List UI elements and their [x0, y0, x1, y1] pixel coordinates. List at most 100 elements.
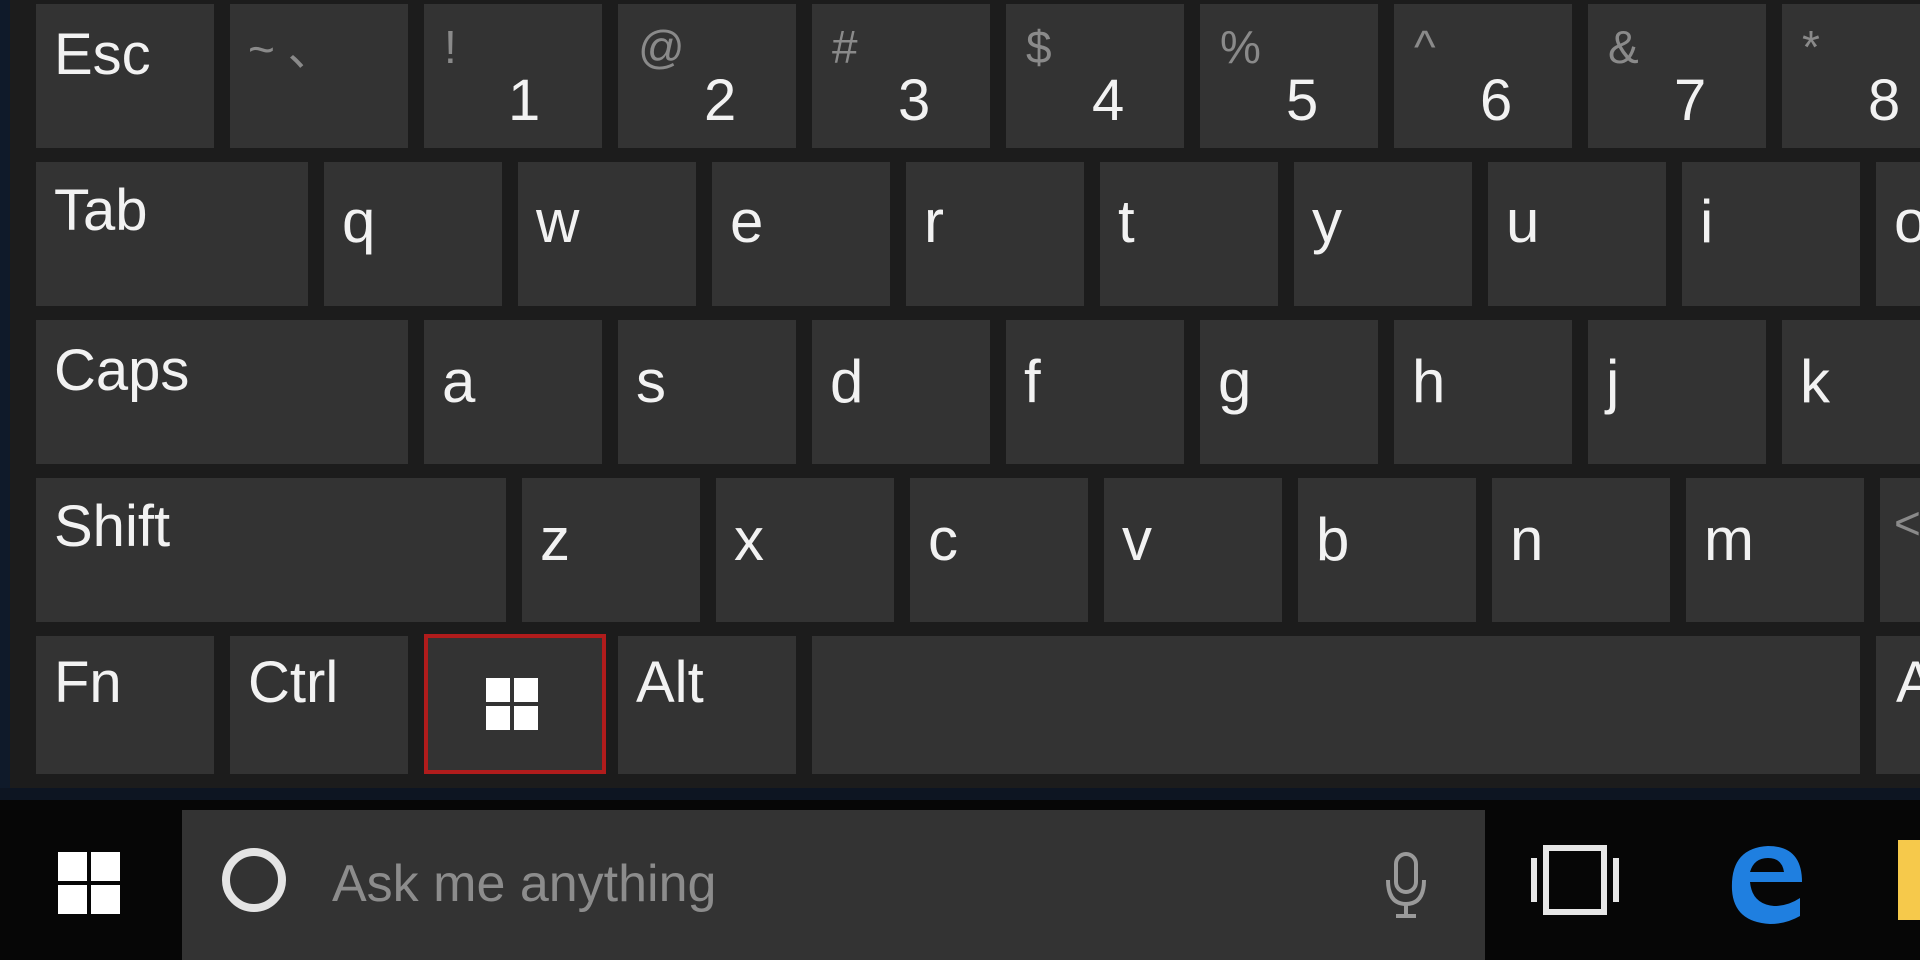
microphone-icon[interactable] — [1382, 850, 1430, 922]
key-4[interactable]: $ 4 — [1006, 4, 1184, 148]
key-7-shift: & — [1608, 21, 1639, 73]
key-5-main: 5 — [1286, 68, 1319, 133]
key-1-shift: ! — [444, 21, 457, 73]
key-x[interactable]: x — [716, 478, 894, 622]
key-tilde[interactable]: ~ 、 — [230, 4, 408, 148]
edge-browser-icon[interactable] — [1716, 834, 1810, 928]
key-d-label: d — [830, 348, 864, 415]
key-b[interactable]: b — [1298, 478, 1476, 622]
key-shift-label: Shift — [54, 494, 171, 559]
key-g-label: g — [1218, 348, 1252, 415]
key-j[interactable]: j — [1588, 320, 1766, 464]
key-5[interactable]: % 5 — [1200, 4, 1378, 148]
key-u[interactable]: u — [1488, 162, 1666, 306]
key-z[interactable]: z — [522, 478, 700, 622]
screen: Esc ~ 、 ! 1 @ 2 # 3 $ 4 % 5 ^ 6 & 7 * 8 … — [0, 0, 1920, 960]
key-tab[interactable]: Tab — [36, 162, 308, 306]
key-esc-label: Esc — [54, 22, 151, 87]
key-m-label: m — [1704, 506, 1754, 573]
key-g[interactable]: g — [1200, 320, 1378, 464]
key-k[interactable]: k — [1782, 320, 1920, 464]
key-caps[interactable]: Caps — [36, 320, 408, 464]
key-f[interactable]: f — [1006, 320, 1184, 464]
key-c-label: c — [928, 506, 958, 573]
key-m[interactable]: m — [1686, 478, 1864, 622]
key-1-main: 1 — [508, 68, 541, 133]
key-6-shift: ^ — [1414, 21, 1436, 73]
key-r-label: r — [924, 188, 944, 255]
key-4-main: 4 — [1092, 68, 1125, 133]
key-tab-label: Tab — [54, 178, 148, 243]
keyboard-bottom-edge — [0, 788, 1920, 800]
search-placeholder: Ask me anything — [332, 855, 717, 913]
key-i[interactable]: i — [1682, 162, 1860, 306]
key-2-shift: @ — [638, 21, 685, 73]
key-6[interactable]: ^ 6 — [1394, 4, 1572, 148]
key-a[interactable]: a — [424, 320, 602, 464]
key-v-label: v — [1122, 506, 1152, 573]
key-t[interactable]: t — [1100, 162, 1278, 306]
key-j-label: j — [1606, 348, 1620, 415]
key-q-label: q — [342, 188, 376, 255]
key-5-shift: % — [1220, 21, 1261, 73]
key-o-label: o — [1894, 188, 1920, 255]
key-3-main: 3 — [898, 68, 931, 133]
key-alt-right[interactable]: A — [1876, 636, 1920, 774]
key-8-main: 8 — [1868, 68, 1901, 133]
key-c[interactable]: c — [910, 478, 1088, 622]
search-box[interactable]: Ask me anything — [182, 810, 1485, 960]
key-comma-shift: < — [1894, 497, 1920, 549]
key-t-label: t — [1118, 188, 1135, 255]
key-ctrl-label: Ctrl — [248, 650, 339, 715]
key-y[interactable]: y — [1294, 162, 1472, 306]
key-esc[interactable]: Esc — [36, 4, 214, 148]
key-f-label: f — [1024, 348, 1041, 415]
key-h-label: h — [1412, 348, 1446, 415]
key-s-label: s — [636, 348, 666, 415]
key-4-shift: $ — [1026, 21, 1052, 73]
on-screen-keyboard: Esc ~ 、 ! 1 @ 2 # 3 $ 4 % 5 ^ 6 & 7 * 8 … — [0, 0, 1920, 800]
key-alt-label: Alt — [636, 650, 704, 715]
key-7-main: 7 — [1674, 68, 1707, 133]
key-comma[interactable]: < — [1880, 478, 1920, 622]
key-fn[interactable]: Fn — [36, 636, 214, 774]
key-7[interactable]: & 7 — [1588, 4, 1766, 148]
key-space[interactable] — [812, 636, 1860, 774]
key-s[interactable]: s — [618, 320, 796, 464]
key-caps-label: Caps — [54, 338, 190, 403]
taskbar: Ask me anything — [0, 800, 1920, 960]
key-e-label: e — [730, 188, 764, 255]
key-e[interactable]: e — [712, 162, 890, 306]
key-h[interactable]: h — [1394, 320, 1572, 464]
key-d[interactable]: d — [812, 320, 990, 464]
key-windows[interactable] — [424, 634, 606, 774]
key-q[interactable]: q — [324, 162, 502, 306]
key-alt[interactable]: Alt — [618, 636, 796, 774]
key-tilde-label: ~ 、 — [248, 23, 334, 75]
key-3[interactable]: # 3 — [812, 4, 990, 148]
key-ctrl[interactable]: Ctrl — [230, 636, 408, 774]
key-i-label: i — [1700, 188, 1714, 255]
key-8[interactable]: * 8 — [1782, 4, 1920, 148]
key-o[interactable]: o — [1876, 162, 1920, 306]
key-w-label: w — [536, 188, 580, 255]
key-v[interactable]: v — [1104, 478, 1282, 622]
task-view-icon[interactable] — [1530, 840, 1620, 920]
key-2-main: 2 — [704, 68, 737, 133]
key-a-label: a — [442, 348, 476, 415]
windows-logo-icon — [58, 852, 120, 914]
start-button[interactable] — [0, 800, 180, 960]
key-u-label: u — [1506, 188, 1540, 255]
file-explorer-icon[interactable] — [1898, 840, 1920, 920]
key-alt-right-label: A — [1896, 650, 1920, 715]
key-2[interactable]: @ 2 — [618, 4, 796, 148]
key-w[interactable]: w — [518, 162, 696, 306]
key-r[interactable]: r — [906, 162, 1084, 306]
key-k-label: k — [1800, 348, 1830, 415]
key-shift[interactable]: Shift — [36, 478, 506, 622]
key-z-label: z — [540, 506, 570, 573]
key-fn-label: Fn — [54, 650, 122, 715]
key-n[interactable]: n — [1492, 478, 1670, 622]
key-8-shift: * — [1802, 21, 1820, 73]
key-1[interactable]: ! 1 — [424, 4, 602, 148]
